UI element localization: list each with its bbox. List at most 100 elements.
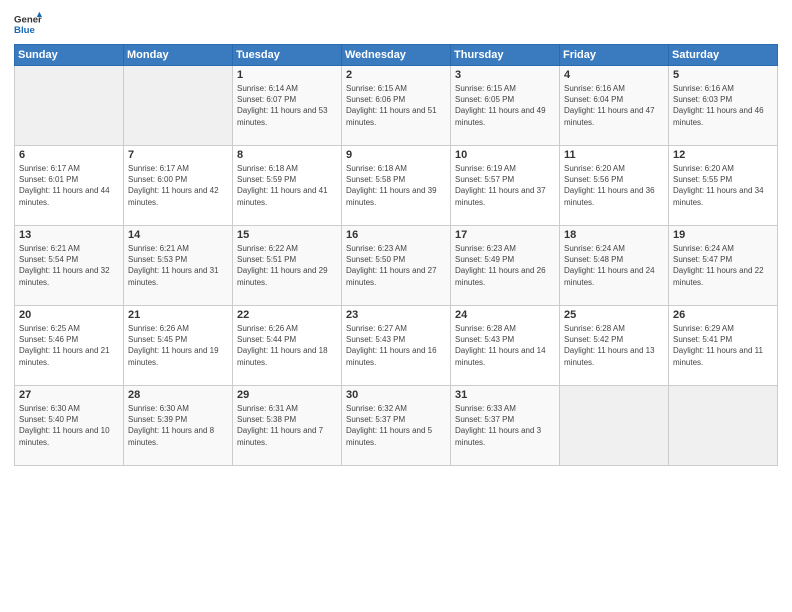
calendar-cell bbox=[124, 66, 233, 146]
day-number: 2 bbox=[346, 69, 446, 81]
weekday-header: Wednesday bbox=[342, 45, 451, 66]
day-number: 6 bbox=[19, 149, 119, 161]
calendar-cell: 31 Sunrise: 6:33 AM Sunset: 5:37 PM Dayli… bbox=[451, 386, 560, 466]
weekday-header: Tuesday bbox=[233, 45, 342, 66]
logo: General Blue bbox=[14, 10, 42, 38]
day-info: Sunrise: 6:27 AM Sunset: 5:43 PM Dayligh… bbox=[346, 323, 446, 368]
calendar-cell: 15 Sunrise: 6:22 AM Sunset: 5:51 PM Dayli… bbox=[233, 226, 342, 306]
day-number: 27 bbox=[19, 389, 119, 401]
day-info: Sunrise: 6:30 AM Sunset: 5:40 PM Dayligh… bbox=[19, 403, 119, 448]
day-number: 22 bbox=[237, 309, 337, 321]
day-info: Sunrise: 6:14 AM Sunset: 6:07 PM Dayligh… bbox=[237, 83, 337, 128]
day-number: 15 bbox=[237, 229, 337, 241]
weekday-header: Thursday bbox=[451, 45, 560, 66]
day-info: Sunrise: 6:33 AM Sunset: 5:37 PM Dayligh… bbox=[455, 403, 555, 448]
calendar-cell: 18 Sunrise: 6:24 AM Sunset: 5:48 PM Dayli… bbox=[560, 226, 669, 306]
day-number: 19 bbox=[673, 229, 773, 241]
day-info: Sunrise: 6:26 AM Sunset: 5:44 PM Dayligh… bbox=[237, 323, 337, 368]
day-number: 20 bbox=[19, 309, 119, 321]
day-number: 21 bbox=[128, 309, 228, 321]
calendar-cell: 8 Sunrise: 6:18 AM Sunset: 5:59 PM Daylig… bbox=[233, 146, 342, 226]
day-number: 26 bbox=[673, 309, 773, 321]
calendar-cell: 12 Sunrise: 6:20 AM Sunset: 5:55 PM Dayli… bbox=[669, 146, 778, 226]
calendar-cell: 9 Sunrise: 6:18 AM Sunset: 5:58 PM Daylig… bbox=[342, 146, 451, 226]
calendar-cell: 17 Sunrise: 6:23 AM Sunset: 5:49 PM Dayli… bbox=[451, 226, 560, 306]
day-info: Sunrise: 6:17 AM Sunset: 6:00 PM Dayligh… bbox=[128, 163, 228, 208]
day-info: Sunrise: 6:21 AM Sunset: 5:53 PM Dayligh… bbox=[128, 243, 228, 288]
calendar-cell: 21 Sunrise: 6:26 AM Sunset: 5:45 PM Dayli… bbox=[124, 306, 233, 386]
calendar-cell: 10 Sunrise: 6:19 AM Sunset: 5:57 PM Dayli… bbox=[451, 146, 560, 226]
day-info: Sunrise: 6:23 AM Sunset: 5:50 PM Dayligh… bbox=[346, 243, 446, 288]
day-info: Sunrise: 6:31 AM Sunset: 5:38 PM Dayligh… bbox=[237, 403, 337, 448]
logo-icon: General Blue bbox=[14, 10, 42, 38]
calendar-cell: 19 Sunrise: 6:24 AM Sunset: 5:47 PM Dayli… bbox=[669, 226, 778, 306]
weekday-header: Sunday bbox=[15, 45, 124, 66]
day-number: 25 bbox=[564, 309, 664, 321]
calendar-cell: 4 Sunrise: 6:16 AM Sunset: 6:04 PM Daylig… bbox=[560, 66, 669, 146]
day-info: Sunrise: 6:16 AM Sunset: 6:03 PM Dayligh… bbox=[673, 83, 773, 128]
day-number: 17 bbox=[455, 229, 555, 241]
day-info: Sunrise: 6:23 AM Sunset: 5:49 PM Dayligh… bbox=[455, 243, 555, 288]
calendar-cell: 29 Sunrise: 6:31 AM Sunset: 5:38 PM Dayli… bbox=[233, 386, 342, 466]
day-number: 30 bbox=[346, 389, 446, 401]
day-info: Sunrise: 6:28 AM Sunset: 5:43 PM Dayligh… bbox=[455, 323, 555, 368]
day-info: Sunrise: 6:32 AM Sunset: 5:37 PM Dayligh… bbox=[346, 403, 446, 448]
day-info: Sunrise: 6:22 AM Sunset: 5:51 PM Dayligh… bbox=[237, 243, 337, 288]
day-number: 1 bbox=[237, 69, 337, 81]
day-number: 11 bbox=[564, 149, 664, 161]
calendar-cell: 2 Sunrise: 6:15 AM Sunset: 6:06 PM Daylig… bbox=[342, 66, 451, 146]
day-info: Sunrise: 6:26 AM Sunset: 5:45 PM Dayligh… bbox=[128, 323, 228, 368]
day-info: Sunrise: 6:24 AM Sunset: 5:48 PM Dayligh… bbox=[564, 243, 664, 288]
day-number: 5 bbox=[673, 69, 773, 81]
day-info: Sunrise: 6:16 AM Sunset: 6:04 PM Dayligh… bbox=[564, 83, 664, 128]
day-number: 8 bbox=[237, 149, 337, 161]
day-info: Sunrise: 6:30 AM Sunset: 5:39 PM Dayligh… bbox=[128, 403, 228, 448]
day-number: 31 bbox=[455, 389, 555, 401]
calendar-cell: 24 Sunrise: 6:28 AM Sunset: 5:43 PM Dayli… bbox=[451, 306, 560, 386]
calendar-table: SundayMondayTuesdayWednesdayThursdayFrid… bbox=[14, 44, 778, 466]
day-number: 13 bbox=[19, 229, 119, 241]
day-info: Sunrise: 6:24 AM Sunset: 5:47 PM Dayligh… bbox=[673, 243, 773, 288]
day-number: 4 bbox=[564, 69, 664, 81]
calendar-cell: 14 Sunrise: 6:21 AM Sunset: 5:53 PM Dayli… bbox=[124, 226, 233, 306]
day-number: 9 bbox=[346, 149, 446, 161]
day-info: Sunrise: 6:15 AM Sunset: 6:05 PM Dayligh… bbox=[455, 83, 555, 128]
day-info: Sunrise: 6:25 AM Sunset: 5:46 PM Dayligh… bbox=[19, 323, 119, 368]
calendar-cell: 25 Sunrise: 6:28 AM Sunset: 5:42 PM Dayli… bbox=[560, 306, 669, 386]
calendar-cell bbox=[560, 386, 669, 466]
day-info: Sunrise: 6:21 AM Sunset: 5:54 PM Dayligh… bbox=[19, 243, 119, 288]
day-number: 18 bbox=[564, 229, 664, 241]
day-number: 14 bbox=[128, 229, 228, 241]
day-info: Sunrise: 6:17 AM Sunset: 6:01 PM Dayligh… bbox=[19, 163, 119, 208]
calendar-cell: 26Sunrise: 6:29 AM Sunset: 5:41 PM Dayli… bbox=[669, 306, 778, 386]
calendar-cell: 23Sunrise: 6:27 AM Sunset: 5:43 PM Dayli… bbox=[342, 306, 451, 386]
weekday-header: Saturday bbox=[669, 45, 778, 66]
day-number: 24 bbox=[455, 309, 555, 321]
weekday-header: Monday bbox=[124, 45, 233, 66]
page-header: General Blue bbox=[14, 10, 778, 38]
day-number: 12 bbox=[673, 149, 773, 161]
day-number: 16 bbox=[346, 229, 446, 241]
calendar-cell: 30 Sunrise: 6:32 AM Sunset: 5:37 PM Dayli… bbox=[342, 386, 451, 466]
day-number: 28 bbox=[128, 389, 228, 401]
day-number: 10 bbox=[455, 149, 555, 161]
day-number: 7 bbox=[128, 149, 228, 161]
calendar-cell: 7 Sunrise: 6:17 AM Sunset: 6:00 PM Daylig… bbox=[124, 146, 233, 226]
calendar-cell: 5 Sunrise: 6:16 AM Sunset: 6:03 PM Daylig… bbox=[669, 66, 778, 146]
day-info: Sunrise: 6:20 AM Sunset: 5:56 PM Dayligh… bbox=[564, 163, 664, 208]
calendar-cell: 20 Sunrise: 6:25 AM Sunset: 5:46 PM Dayli… bbox=[15, 306, 124, 386]
calendar-cell: 27 Sunrise: 6:30 AM Sunset: 5:40 PM Dayli… bbox=[15, 386, 124, 466]
day-info: Sunrise: 6:28 AM Sunset: 5:42 PM Dayligh… bbox=[564, 323, 664, 368]
day-info: Sunrise: 6:19 AM Sunset: 5:57 PM Dayligh… bbox=[455, 163, 555, 208]
weekday-header: Friday bbox=[560, 45, 669, 66]
svg-text:Blue: Blue bbox=[14, 25, 35, 36]
day-info: Sunrise: 6:20 AM Sunset: 5:55 PM Dayligh… bbox=[673, 163, 773, 208]
calendar-cell: 11 Sunrise: 6:20 AM Sunset: 5:56 PM Dayli… bbox=[560, 146, 669, 226]
day-info: Sunrise: 6:18 AM Sunset: 5:58 PM Dayligh… bbox=[346, 163, 446, 208]
calendar-cell: 3Sunrise: 6:15 AM Sunset: 6:05 PM Daylig… bbox=[451, 66, 560, 146]
day-info: Sunrise: 6:18 AM Sunset: 5:59 PM Dayligh… bbox=[237, 163, 337, 208]
day-info: Sunrise: 6:15 AM Sunset: 6:06 PM Dayligh… bbox=[346, 83, 446, 128]
calendar-cell: 1 Sunrise: 6:14 AM Sunset: 6:07 PM Daylig… bbox=[233, 66, 342, 146]
day-number: 29 bbox=[237, 389, 337, 401]
calendar-cell: 13 Sunrise: 6:21 AM Sunset: 5:54 PM Dayli… bbox=[15, 226, 124, 306]
